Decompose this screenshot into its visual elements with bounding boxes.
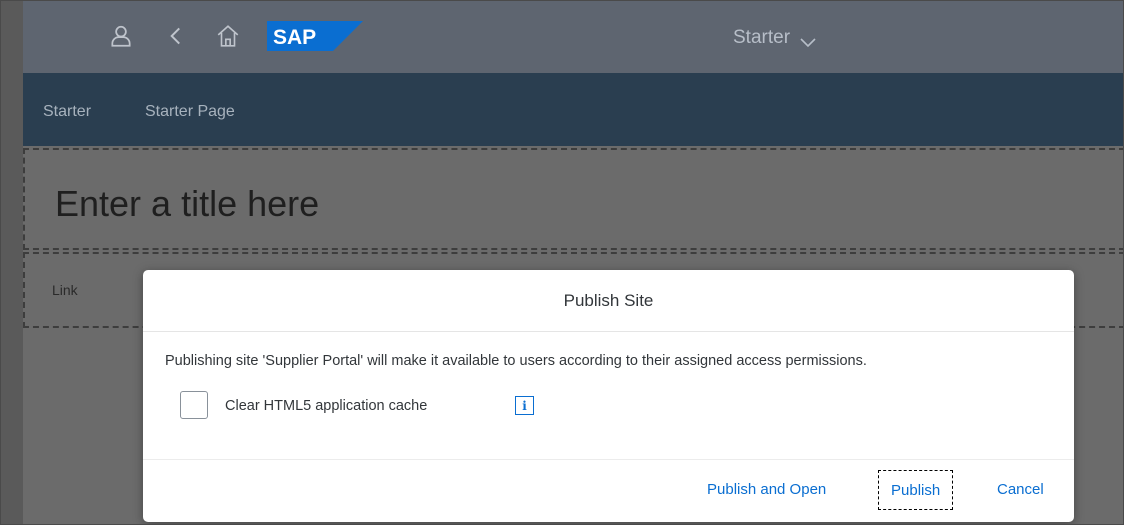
- title-section[interactable]: Enter a title here: [23, 148, 1123, 250]
- sap-logo-text: SAP: [273, 26, 316, 49]
- back-icon[interactable]: [163, 23, 189, 49]
- dialog-footer: Publish and Open Publish Cancel: [143, 459, 1074, 522]
- dialog-title: Publish Site: [563, 290, 654, 310]
- clear-cache-label[interactable]: Clear HTML5 application cache: [225, 398, 427, 414]
- user-icon[interactable]: [108, 23, 134, 49]
- nav-item-starter-page[interactable]: Starter Page: [145, 103, 235, 121]
- app-window: SAP Starter Starter Starter Page Enter a…: [0, 0, 1124, 525]
- home-icon[interactable]: [215, 23, 241, 49]
- sap-logo[interactable]: SAP: [267, 21, 363, 51]
- page-title-placeholder[interactable]: Enter a title here: [55, 183, 319, 225]
- site-title-label: Starter: [733, 27, 791, 48]
- publish-button[interactable]: Publish: [878, 470, 954, 510]
- chevron-down-icon: [799, 32, 817, 48]
- info-icon[interactable]: i: [515, 396, 534, 415]
- publish-and-open-button[interactable]: Publish and Open: [695, 470, 838, 510]
- cancel-button[interactable]: Cancel: [985, 470, 1056, 510]
- site-title-menu[interactable]: Starter: [733, 27, 817, 49]
- dialog-header: Publish Site: [143, 270, 1074, 332]
- nav-item-starter[interactable]: Starter: [43, 103, 91, 121]
- shell-bar: SAP Starter: [23, 1, 1123, 74]
- publish-site-dialog: Publish Site Publishing site 'Supplier P…: [143, 270, 1074, 522]
- site-nav-bar: Starter Starter Page: [23, 73, 1123, 146]
- dialog-message: Publishing site 'Supplier Portal' will m…: [165, 353, 867, 369]
- left-edge-strip: [1, 1, 23, 524]
- link-label[interactable]: Link: [52, 282, 78, 298]
- clear-cache-checkbox[interactable]: [180, 391, 208, 419]
